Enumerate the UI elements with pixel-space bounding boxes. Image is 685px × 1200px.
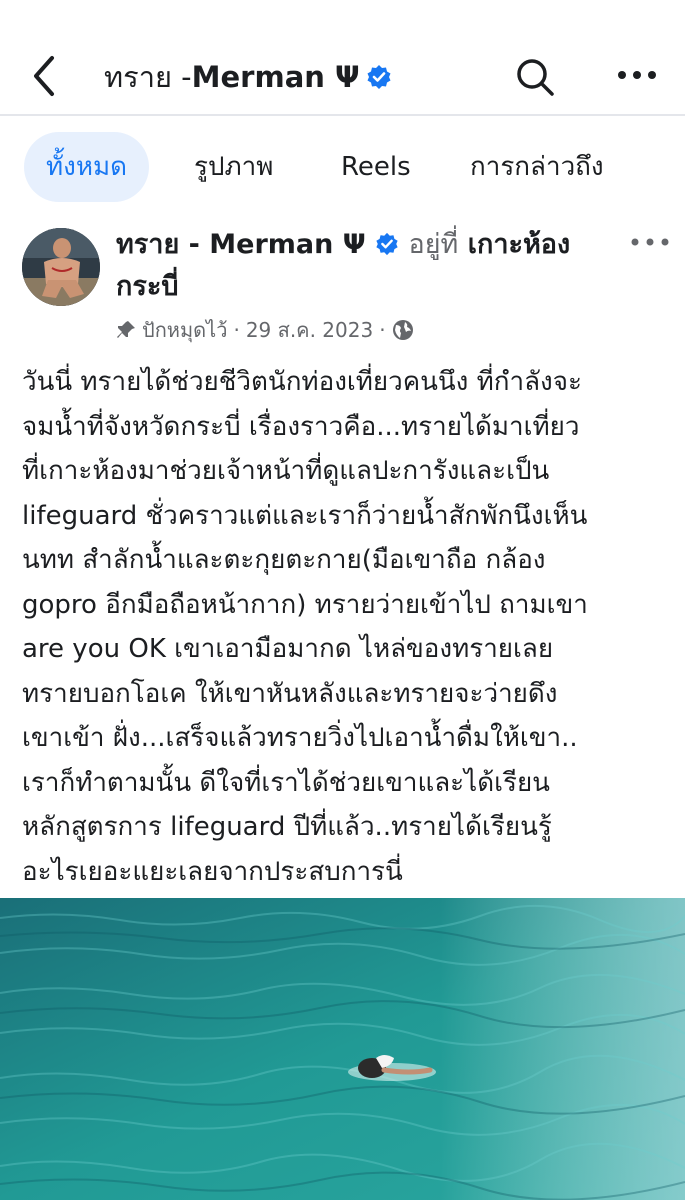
pinned-label: ปักหมุดไว้: [142, 318, 228, 342]
tab-all[interactable]: ทั้งหมด: [24, 132, 149, 202]
ocean-swimmer-image: [0, 898, 685, 1200]
top-app-bar: ทราย - Merman Ψ: [0, 0, 685, 116]
page-title-prefix: ทราย -: [104, 60, 192, 94]
back-button[interactable]: [26, 52, 66, 100]
tab-photos[interactable]: รูปภาพ: [194, 132, 273, 202]
post-date[interactable]: 29 ส.ค. 2023: [246, 314, 373, 346]
verified-badge-icon: [367, 65, 391, 89]
content-tabs: ทั้งหมด รูปภาพ Reels การกล่าวถึง: [0, 132, 685, 204]
post-author-name[interactable]: ทราย - Merman Ψ: [116, 229, 366, 260]
post-header: ทราย - Merman Ψ อยู่ที่ เกาะห้อง กระบี่ …: [0, 220, 685, 350]
meta-separator: ·: [379, 318, 386, 342]
page-title: ทราย - Merman Ψ: [104, 58, 392, 96]
post-author-line: ทราย - Merman Ψ อยู่ที่ เกาะห้อง กระบี่: [116, 224, 616, 308]
tab-reels[interactable]: Reels: [341, 132, 411, 202]
page-title-name: Merman Ψ: [191, 60, 360, 94]
search-button[interactable]: [514, 56, 556, 98]
tab-mentions[interactable]: การกล่าวถึง: [470, 132, 604, 202]
avatar-image: [22, 228, 100, 306]
more-options-button[interactable]: [614, 60, 660, 90]
more-dots-icon: [631, 238, 669, 246]
avatar[interactable]: [22, 228, 100, 306]
pin-icon: [117, 321, 135, 338]
post-meta: ปักหมุดไว้ · 29 ส.ค. 2023 ·: [116, 314, 414, 346]
back-arrow-icon: [34, 56, 54, 96]
verified-badge-icon: [376, 232, 398, 256]
more-dots-icon: [618, 71, 656, 79]
meta-separator: ·: [233, 318, 240, 342]
post-body-text: วันนี่ ทรายได้ช่วยชีวิตนักท่องเที่ยวคนนึ…: [22, 367, 588, 887]
post-at-label: อยู่ที่: [408, 229, 459, 260]
globe-icon: [392, 320, 413, 340]
post-more-button[interactable]: [628, 234, 672, 250]
post-photo[interactable]: [0, 898, 685, 1200]
search-icon: [517, 59, 554, 96]
